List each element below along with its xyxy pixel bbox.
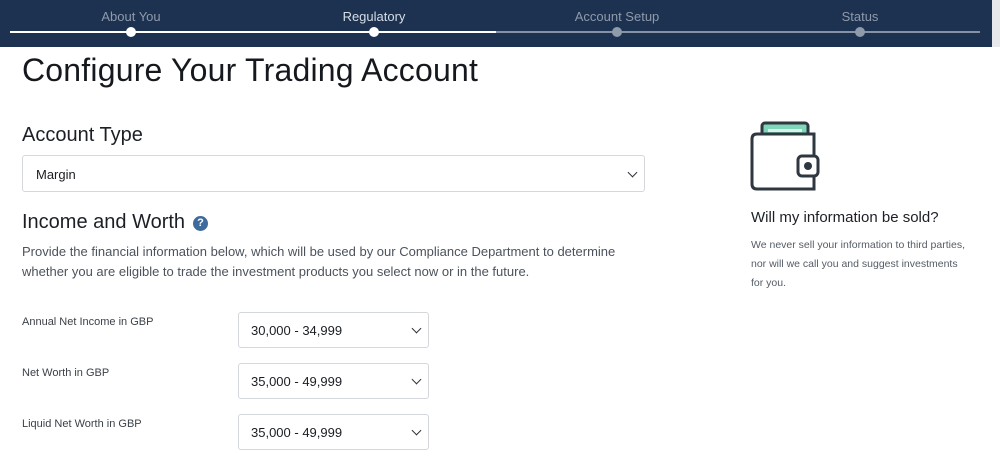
wallet-icon [750, 121, 820, 191]
income-worth-heading: Income and Worth [22, 211, 186, 233]
step-dot-status [855, 27, 865, 37]
net-worth-label: Net Worth in GBP [22, 367, 110, 379]
step-dot-about-you[interactable] [126, 27, 136, 37]
progress-stepper: About You Regulatory Account Setup Statu… [0, 0, 1000, 47]
annual-net-income-value: 30,000 - 34,999 [251, 323, 343, 338]
header-edge [992, 0, 1000, 47]
net-worth-value: 35,000 - 49,999 [251, 374, 343, 389]
sidebar-text: We never sell your information to third … [751, 239, 965, 289]
income-worth-description: Provide the financial information below,… [22, 244, 616, 279]
help-icon[interactable]: ? [193, 216, 208, 231]
step-label-status: Status [841, 9, 879, 24]
step-label-account-setup: Account Setup [574, 9, 660, 24]
step-dot-account-setup [612, 27, 622, 37]
liquid-net-worth-select[interactable]: 35,000 - 49,999 [238, 414, 429, 450]
sidebar-title: Will my information be sold? [751, 209, 939, 226]
annual-net-income-select[interactable]: 30,000 - 34,999 [238, 312, 429, 348]
net-worth-select[interactable]: 35,000 - 49,999 [238, 363, 429, 399]
liquid-net-worth-value: 35,000 - 49,999 [251, 425, 343, 440]
chevron-down-icon [411, 374, 422, 385]
account-type-select[interactable]: Margin [22, 155, 645, 192]
step-dot-regulatory[interactable] [369, 27, 379, 37]
step-label-about-you[interactable]: About You [101, 9, 160, 24]
progress-track-remaining [496, 31, 980, 33]
chevron-down-icon [627, 167, 638, 178]
annual-net-income-label: Annual Net Income in GBP [22, 316, 154, 328]
account-type-value: Margin [36, 167, 76, 182]
account-type-heading: Account Type [22, 124, 143, 146]
chevron-down-icon [411, 425, 422, 436]
step-label-regulatory[interactable]: Regulatory [343, 9, 406, 24]
chevron-down-icon [411, 323, 422, 334]
liquid-net-worth-label: Liquid Net Worth in GBP [22, 418, 142, 430]
progress-track-completed [10, 31, 496, 33]
page-title: Configure Your Trading Account [22, 52, 479, 88]
